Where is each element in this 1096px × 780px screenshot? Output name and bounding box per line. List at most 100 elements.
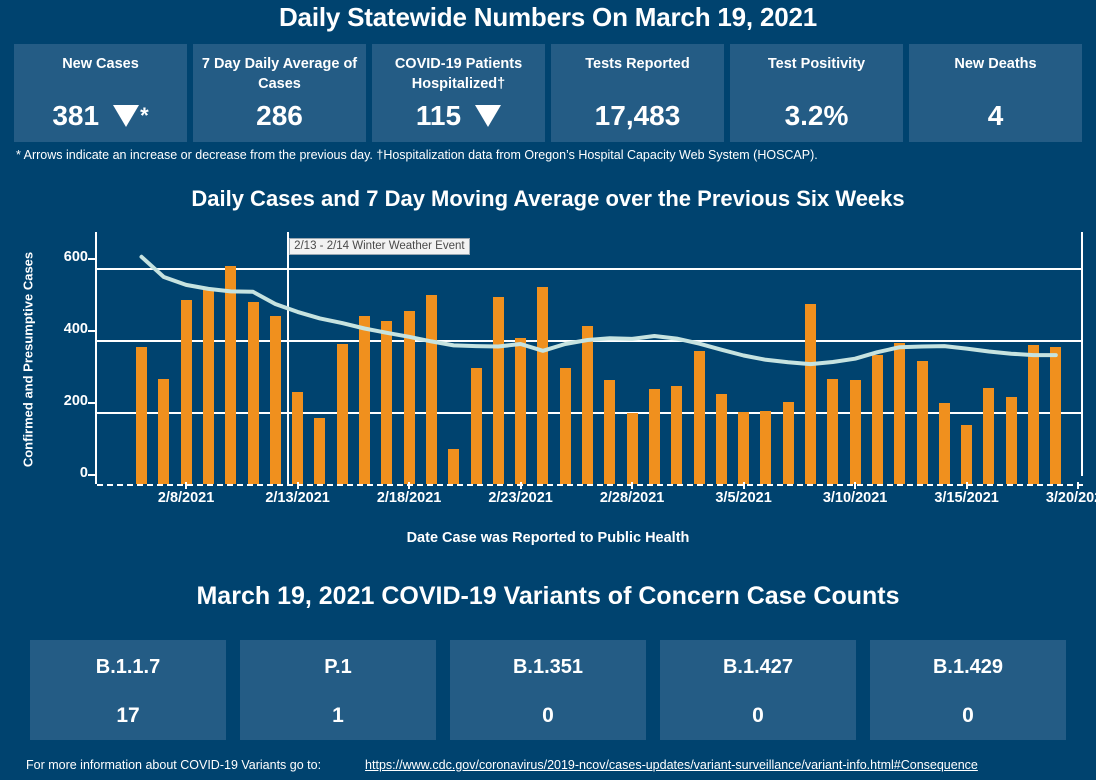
kpi-value-row: 286 xyxy=(193,102,366,130)
x-tick-mark xyxy=(631,482,634,489)
x-tick-mark xyxy=(742,482,745,489)
x-tick-mark xyxy=(519,482,522,489)
x-tick-label: 2/23/2021 xyxy=(488,490,553,506)
variant-card: P.1 1 xyxy=(240,640,436,740)
chart-bar xyxy=(559,368,571,484)
x-tick-mark xyxy=(185,482,188,489)
cdc-variants-link[interactable]: https://www.cdc.gov/coronavirus/2019-nco… xyxy=(365,758,978,772)
gridline xyxy=(97,268,1083,270)
kpi-value-row: 3.2% xyxy=(730,102,903,130)
y-tick-mark xyxy=(88,258,95,260)
y-tick-mark xyxy=(88,330,95,332)
chart-bar xyxy=(715,394,727,484)
x-axis-title: Date Case was Reported to Public Health xyxy=(406,530,690,546)
winter-weather-divider xyxy=(287,232,290,484)
chart-bar xyxy=(336,343,348,484)
chart-bar xyxy=(515,338,527,484)
header-footnote: * Arrows indicate an increase or decreas… xyxy=(16,148,818,162)
dashboard-page: Daily Statewide Numbers On March 19, 202… xyxy=(0,0,1096,780)
variant-name: B.1.1.7 xyxy=(95,656,161,678)
kpi-label: 7 Day Daily Average of Cases xyxy=(201,56,358,92)
x-tick-mark xyxy=(854,482,857,489)
chart-bar xyxy=(225,265,237,484)
x-tick-label: 3/20/2021 xyxy=(1045,490,1096,506)
chart-bar xyxy=(938,403,950,484)
chart-bar xyxy=(582,325,593,484)
chart-bar xyxy=(403,311,415,484)
y-axis-label: Confirmed and Presumptive Cases xyxy=(20,251,36,468)
chart-bar xyxy=(738,412,750,484)
arrow-down-glyph xyxy=(113,105,140,127)
chart-bar xyxy=(916,361,928,484)
chart-bar xyxy=(448,448,460,484)
x-tick-label: 2/8/2021 xyxy=(157,490,215,506)
chart-bar xyxy=(693,350,705,484)
variant-name: B.1.429 xyxy=(932,656,1004,678)
chart-bar xyxy=(805,303,816,484)
kpi-label: Tests Reported xyxy=(585,56,690,72)
chart-bar xyxy=(827,378,839,484)
y-tick-mark xyxy=(88,474,95,476)
variants-title: March 19, 2021 COVID-19 Variants of Conc… xyxy=(196,582,900,610)
chart-bar xyxy=(470,368,482,484)
x-tick-label: 3/15/2021 xyxy=(934,490,999,506)
y-tick-label: 0 xyxy=(79,465,88,481)
kpi-value: 4 xyxy=(987,100,1004,131)
variant-card: B.1.351 0 xyxy=(450,640,646,740)
chart-bar xyxy=(269,316,281,484)
kpi-value-row: 17,483 xyxy=(551,102,724,130)
variant-name: P.1 xyxy=(324,656,352,678)
plot-area: 2/13 - 2/14 Winter Weather Event xyxy=(97,232,1083,486)
chart-bar xyxy=(136,346,147,484)
variant-card: B.1.429 0 xyxy=(870,640,1066,740)
y-tick-mark xyxy=(88,402,95,404)
variants-link-lead: For more information about COVID-19 Vari… xyxy=(26,758,322,772)
x-tick-mark xyxy=(408,482,411,489)
y-tick-label: 600 xyxy=(63,249,88,265)
variant-card-row: B.1.1.7 17 P.1 1 B.1.351 0 B.1.427 0 B.1.429 0 xyxy=(30,640,1066,740)
kpi-value: 3.2% xyxy=(784,100,849,131)
y-tick-label: 400 xyxy=(63,321,88,337)
chart-bar xyxy=(314,418,326,484)
page-title: Daily Statewide Numbers On March 19, 202… xyxy=(278,2,818,32)
variant-card: B.1.1.7 17 xyxy=(30,640,226,740)
x-axis-ticks: 2/8/2021 2/13/2021 2/18/2021 2/23/2021 2/28/… xyxy=(97,482,1096,514)
kpi-value: 17,483 xyxy=(594,100,681,131)
chart-bar xyxy=(849,379,861,484)
kpi-label: New Cases xyxy=(62,56,139,72)
chart-bar xyxy=(626,413,638,484)
kpi-card: 7 Day Daily Average of Cases 286 xyxy=(193,44,366,142)
x-tick-label: 2/13/2021 xyxy=(265,490,330,506)
variant-count: 0 xyxy=(752,704,764,727)
chart-bar xyxy=(359,315,370,484)
chart-bar xyxy=(1028,344,1039,484)
chart-bar xyxy=(894,342,906,484)
arrow-down-icon: * xyxy=(113,105,149,127)
chart-bar xyxy=(671,386,683,484)
chart-bar xyxy=(180,299,192,484)
chart-bar xyxy=(648,388,660,484)
y-axis-ticks: 0 200 400 600 xyxy=(42,222,88,484)
x-tick-label: 3/10/2021 xyxy=(822,490,888,506)
kpi-label: Test Positivity xyxy=(767,56,866,72)
x-tick-label: 3/5/2021 xyxy=(715,490,772,506)
kpi-card-row: New Cases 381 * 7 Day Daily Average of Case… xyxy=(14,44,1082,142)
chart-title: Daily Cases and 7 Day Moving Average ove… xyxy=(191,186,905,211)
chart-bar xyxy=(492,297,504,484)
y-tick-label: 200 xyxy=(63,393,88,409)
kpi-label: COVID-19 Patients Hospitalized† xyxy=(394,56,523,92)
kpi-card: Tests Reported 17,483 xyxy=(551,44,724,142)
winter-weather-annotation: 2/13 - 2/14 Winter Weather Event xyxy=(289,238,470,255)
variant-card: B.1.427 0 xyxy=(660,640,856,740)
chart-bar xyxy=(1050,347,1062,484)
x-axis-baseline xyxy=(97,484,1083,486)
chart-bar xyxy=(537,287,549,484)
kpi-card: New Cases 381 * xyxy=(14,44,187,142)
variant-count: 1 xyxy=(332,704,344,727)
variants-link-row: For more information about COVID-19 Vari… xyxy=(26,756,1076,774)
kpi-value: 286 xyxy=(256,100,303,131)
chart-bar xyxy=(425,295,437,484)
chart-bar xyxy=(604,379,616,484)
variant-name: B.1.351 xyxy=(512,656,584,678)
chart-bar xyxy=(983,387,995,484)
